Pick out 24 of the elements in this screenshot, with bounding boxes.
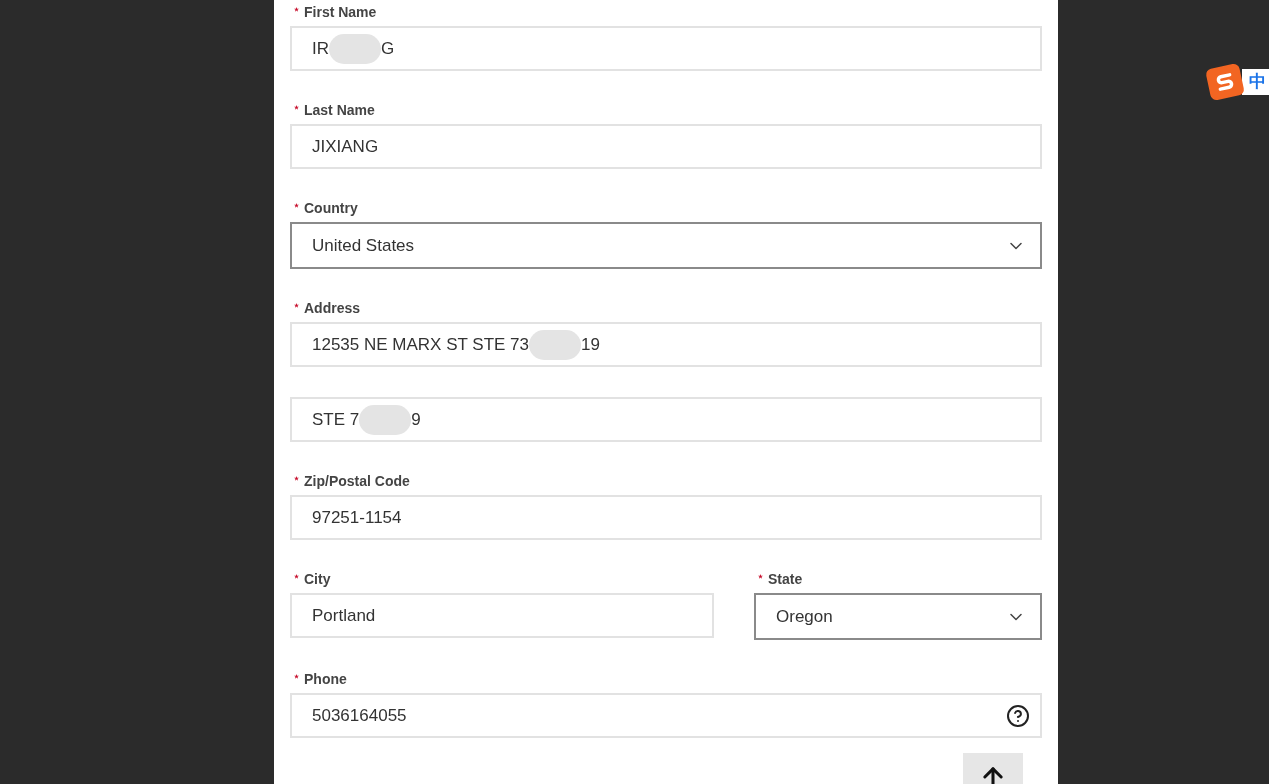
field-label: Country (304, 198, 358, 218)
input-field[interactable]: Portland (290, 593, 714, 638)
input-field[interactable]: IR G (290, 26, 1042, 71)
input-field[interactable]: 5036164055 (290, 693, 1042, 738)
redaction-blur (329, 33, 381, 64)
redaction-blur (359, 404, 412, 435)
input-field[interactable]: 97251-1154 (290, 495, 1042, 540)
input-field[interactable]: 12535 NE MARX ST STE 73 19 (290, 322, 1042, 367)
redaction-blur (529, 329, 581, 360)
field-label: Last Name (304, 100, 375, 120)
field-label: Zip/Postal Code (304, 471, 410, 491)
scroll-to-top-button[interactable] (963, 753, 1023, 784)
ime-indicator[interactable]: 中 (1208, 66, 1269, 98)
field-label: Phone (304, 669, 347, 689)
input-field[interactable]: JIXIANG (290, 124, 1042, 169)
ime-mode-label: 中 (1248, 71, 1266, 94)
select-field[interactable]: United States (290, 222, 1042, 269)
select-field[interactable]: Oregon (754, 593, 1042, 640)
field-label: City (304, 569, 331, 589)
field-label: Address (304, 298, 361, 318)
field-label: State (768, 569, 803, 589)
field-label: First Name (304, 2, 377, 22)
help-icon[interactable] (1006, 703, 1030, 728)
input-field[interactable]: STE 7 9 (290, 397, 1042, 442)
